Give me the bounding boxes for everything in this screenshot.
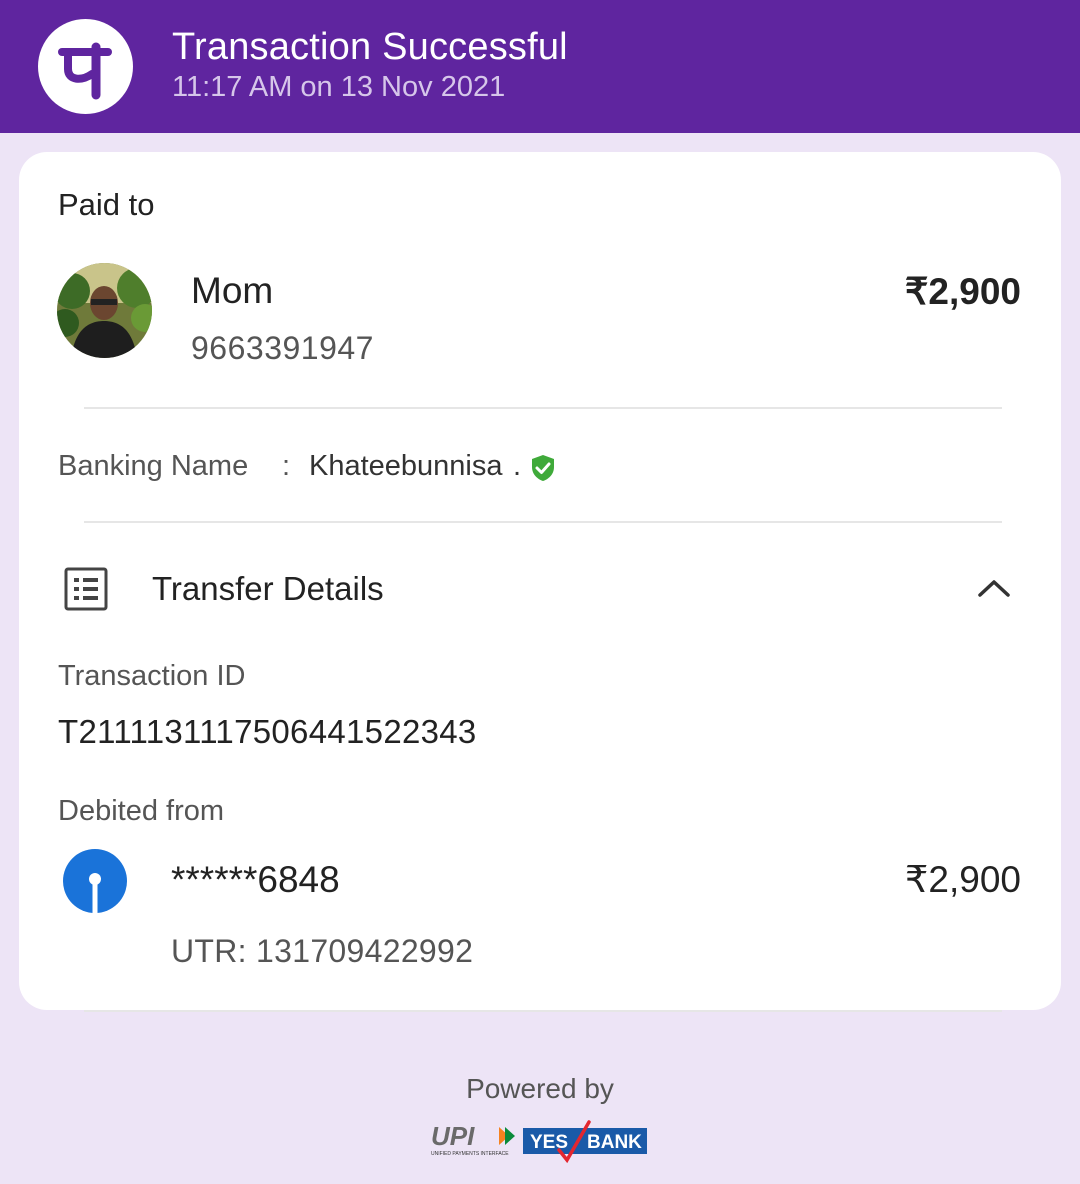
powered-by-label: Powered by (466, 1073, 614, 1104)
divider (84, 1010, 1002, 1012)
transaction-status-title: Transaction Successful (172, 26, 568, 68)
upi-logo-icon: UPI UNIFIED PAYMENTS INTERFACE (429, 1121, 517, 1162)
upi-logo-subtext: UNIFIED PAYMENTS INTERFACE (431, 1151, 509, 1157)
avatar[interactable] (57, 263, 152, 358)
transaction-timestamp: 11:17 AM on 13 Nov 2021 (172, 71, 506, 103)
phonepe-logo-icon (38, 19, 133, 114)
payee-phone: 9663391947 (191, 330, 374, 366)
yes-bank-logo-icon: YES BANK (523, 1120, 648, 1169)
paid-to-label: Paid to (58, 187, 155, 222)
utr-number[interactable]: UTR: 131709422992 (171, 933, 473, 970)
banking-name-trailing: . (513, 450, 522, 482)
debited-from-label: Debited from (58, 795, 225, 827)
divider (84, 521, 1002, 523)
chevron-up-icon[interactable] (976, 577, 1012, 599)
payee-name: Mom (191, 270, 274, 311)
receipt-list-icon (64, 567, 108, 611)
app-header: Transaction Successful 11:17 AM on 13 No… (0, 0, 1080, 133)
paid-amount: ₹2,900 (904, 271, 1021, 312)
yes-bank-text-1: YES (530, 1132, 568, 1153)
banking-name-value: Khateebunnisa (309, 450, 503, 482)
yes-bank-text-2: BANK (587, 1132, 642, 1153)
transaction-id-label: Transaction ID (58, 660, 246, 692)
banking-name-separator: : (282, 450, 291, 482)
upi-logo-text: UPI (431, 1121, 475, 1151)
debited-amount: ₹2,900 (904, 859, 1021, 900)
transfer-details-title[interactable]: Transfer Details (152, 570, 384, 608)
banking-name-label: Banking Name (58, 450, 249, 482)
transaction-card: Paid to Mom 9663391947 ₹2,900 Banking Na… (19, 152, 1061, 1010)
sbi-bank-icon (63, 849, 127, 913)
shield-check-icon (531, 454, 555, 482)
divider (84, 407, 1002, 409)
debited-account-number: ******6848 (171, 859, 340, 900)
transaction-id-value[interactable]: T2111131117506441522343 (58, 713, 477, 751)
